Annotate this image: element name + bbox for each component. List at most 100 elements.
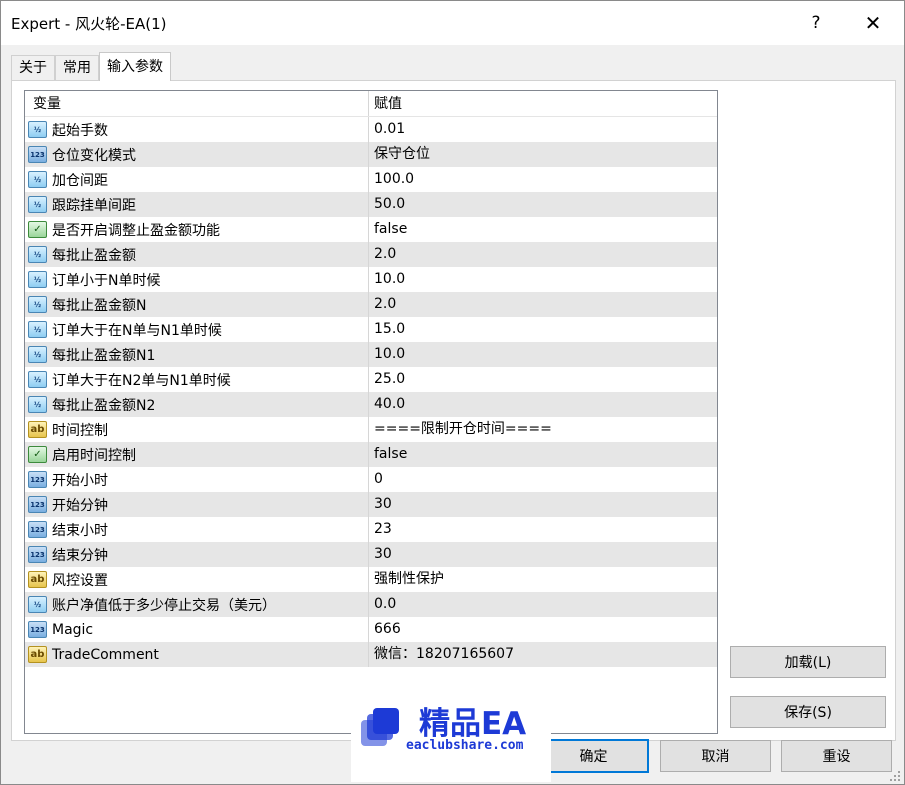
value-cell[interactable]: 25.0	[369, 367, 717, 392]
tab-about[interactable]: 关于	[11, 55, 55, 81]
value-cell[interactable]: 2.0	[369, 292, 717, 317]
table-row[interactable]: ½ 订单小于N单时候 10.0	[25, 267, 717, 292]
value-cell[interactable]: 23	[369, 517, 717, 542]
integer-type-icon: 123	[28, 471, 47, 488]
value-cell[interactable]: 强制性保护	[369, 567, 717, 592]
value-cell[interactable]: 0	[369, 467, 717, 492]
table-row[interactable]: ½ 每批止盈金额 2.0	[25, 242, 717, 267]
integer-type-icon: 123	[28, 496, 47, 513]
value-cell[interactable]: 2.0	[369, 242, 717, 267]
resize-grip-icon[interactable]	[888, 769, 902, 783]
table-row[interactable]: ½ 每批止盈金额N2 40.0	[25, 392, 717, 417]
value-cell[interactable]: 10.0	[369, 342, 717, 367]
table-row[interactable]: ½ 每批止盈金额N 2.0	[25, 292, 717, 317]
variable-name: 每批止盈金额N2	[52, 397, 156, 414]
table-row[interactable]: ½ 订单大于在N2单与N1单时候 25.0	[25, 367, 717, 392]
variable-name: 订单小于N单时候	[52, 272, 161, 289]
variable-cell: ½ 加仓间距	[25, 167, 369, 192]
integer-type-icon: 123	[28, 146, 47, 163]
table-row[interactable]: 123 开始小时 0	[25, 467, 717, 492]
table-row[interactable]: 123 开始分钟 30	[25, 492, 717, 517]
variable-cell: ½ 账户净值低于多少停止交易（美元）	[25, 592, 369, 617]
tab-strip: 关于 常用 输入参数	[11, 52, 171, 81]
value-cell[interactable]: ====限制开仓时间====	[369, 417, 717, 442]
table-row[interactable]: ✓ 启用时间控制 false	[25, 442, 717, 467]
ok-button[interactable]: 确定	[538, 739, 649, 773]
column-header-value[interactable]: 赋值	[369, 91, 717, 116]
watermark-subtitle: eaclubshare.com	[406, 738, 524, 753]
variable-name: 加仓间距	[52, 172, 108, 189]
double-type-icon: ½	[28, 271, 47, 288]
grid-header: 变量 赋值	[25, 91, 717, 117]
variable-cell: ab 时间控制	[25, 417, 369, 442]
variable-cell: ab 风控设置	[25, 567, 369, 592]
table-row[interactable]: 123 结束小时 23	[25, 517, 717, 542]
expert-dialog: Expert - 风火轮-EA(1) ? ✕ 关于 常用 输入参数 变量 赋值 …	[0, 0, 905, 785]
value-cell[interactable]: 666	[369, 617, 717, 642]
variable-name: 仓位变化模式	[52, 147, 136, 164]
variable-name: 开始分钟	[52, 497, 108, 514]
variable-cell: ½ 订单小于N单时候	[25, 267, 369, 292]
table-row[interactable]: ab 风控设置 强制性保护	[25, 567, 717, 592]
tab-common[interactable]: 常用	[55, 55, 99, 81]
help-button[interactable]: ?	[796, 5, 836, 41]
table-row[interactable]: 123 结束分钟 30	[25, 542, 717, 567]
double-type-icon: ½	[28, 346, 47, 363]
variable-name: 是否开启调整止盈金额功能	[52, 222, 220, 239]
variable-cell: ✓ 启用时间控制	[25, 442, 369, 467]
string-type-icon: ab	[28, 646, 47, 663]
value-cell[interactable]: false	[369, 442, 717, 467]
value-cell[interactable]: 40.0	[369, 392, 717, 417]
variable-cell: ½ 订单大于在N2单与N1单时候	[25, 367, 369, 392]
variable-name: 每批止盈金额N	[52, 297, 147, 314]
value-cell[interactable]: 100.0	[369, 167, 717, 192]
variable-name: 账户净值低于多少停止交易（美元）	[52, 597, 276, 614]
close-button[interactable]: ✕	[849, 5, 897, 41]
double-type-icon: ½	[28, 321, 47, 338]
cancel-button[interactable]: 取消	[660, 740, 771, 772]
table-row[interactable]: ½ 账户净值低于多少停止交易（美元） 0.0	[25, 592, 717, 617]
variable-cell: 123 开始小时	[25, 467, 369, 492]
value-cell[interactable]: 15.0	[369, 317, 717, 342]
save-button[interactable]: 保存(S)	[730, 696, 886, 728]
value-cell[interactable]: 0.01	[369, 117, 717, 142]
variable-name: 每批止盈金额	[52, 247, 136, 264]
string-type-icon: ab	[28, 571, 47, 588]
value-cell[interactable]: 30	[369, 492, 717, 517]
value-cell[interactable]: 保守仓位	[369, 142, 717, 167]
inputs-grid[interactable]: 变量 赋值 ½ 起始手数 0.01 123 仓位变化模式 保守仓位 ½ 加仓间距 100.0 ½ 跟…	[24, 90, 718, 734]
table-row[interactable]: ½ 跟踪挂单间距 50.0	[25, 192, 717, 217]
column-header-variable[interactable]: 变量	[25, 91, 369, 116]
integer-type-icon: 123	[28, 621, 47, 638]
table-row[interactable]: ½ 订单大于在N单与N1单时候 15.0	[25, 317, 717, 342]
value-cell[interactable]: 50.0	[369, 192, 717, 217]
table-row[interactable]: 123 仓位变化模式 保守仓位	[25, 142, 717, 167]
table-row[interactable]: 123 Magic 666	[25, 617, 717, 642]
load-button[interactable]: 加载(L)	[730, 646, 886, 678]
value-cell[interactable]: 0.0	[369, 592, 717, 617]
table-row[interactable]: ab TradeComment 微信：18207165607	[25, 642, 717, 667]
value-cell[interactable]: false	[369, 217, 717, 242]
variable-name: 风控设置	[52, 572, 108, 589]
variable-cell: ½ 跟踪挂单间距	[25, 192, 369, 217]
table-row[interactable]: ½ 加仓间距 100.0	[25, 167, 717, 192]
table-row[interactable]: ½ 起始手数 0.01	[25, 117, 717, 142]
value-cell[interactable]: 10.0	[369, 267, 717, 292]
tab-inputs[interactable]: 输入参数	[99, 52, 171, 81]
watermark: 精品EA eaclubshare.com	[351, 692, 551, 782]
reset-button[interactable]: 重设	[781, 740, 892, 772]
variable-cell: ½ 起始手数	[25, 117, 369, 142]
double-type-icon: ½	[28, 196, 47, 213]
double-type-icon: ½	[28, 296, 47, 313]
double-type-icon: ½	[28, 171, 47, 188]
variable-name: 时间控制	[52, 422, 108, 439]
variable-name: 结束小时	[52, 522, 108, 539]
variable-cell: ½ 订单大于在N单与N1单时候	[25, 317, 369, 342]
variable-cell: 123 结束小时	[25, 517, 369, 542]
table-row[interactable]: ½ 每批止盈金额N1 10.0	[25, 342, 717, 367]
value-cell[interactable]: 30	[369, 542, 717, 567]
value-cell[interactable]: 微信：18207165607	[369, 642, 717, 667]
table-row[interactable]: ✓ 是否开启调整止盈金额功能 false	[25, 217, 717, 242]
table-row[interactable]: ab 时间控制 ====限制开仓时间====	[25, 417, 717, 442]
integer-type-icon: 123	[28, 546, 47, 563]
